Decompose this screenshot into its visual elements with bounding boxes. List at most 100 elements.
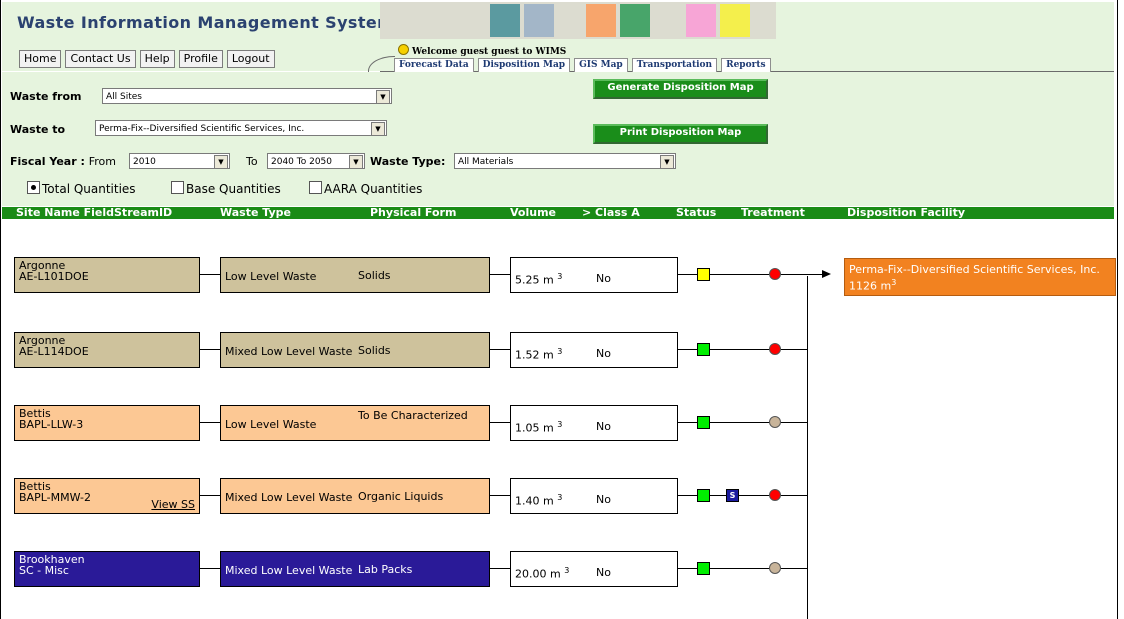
contact-us-button[interactable]: Contact Us: [65, 50, 136, 68]
facility-connector: [807, 274, 823, 275]
volume-box[interactable]: 1.05 m 3 No: [510, 405, 678, 441]
facility-volume: 1126 m3: [849, 278, 897, 293]
total-quantities-radio[interactable]: Total Quantities: [27, 181, 136, 196]
waste-from-value: All Sites: [106, 92, 142, 102]
class-a-value: No: [596, 493, 611, 506]
chevron-down-icon: ▼: [349, 155, 363, 169]
volume-value: 1.40 m 3: [515, 493, 563, 508]
site-box[interactable]: Bettis BAPL-LLW-3: [14, 405, 200, 441]
radio-unchecked-icon: [171, 181, 184, 194]
disposition-facility-box[interactable]: Perma-Fix--Diversified Scientific Servic…: [844, 258, 1116, 296]
waste-type: Low Level Waste: [225, 270, 317, 283]
status-indicator[interactable]: [697, 489, 710, 502]
waste-type-value: All Materials: [458, 157, 514, 167]
base-quantities-radio[interactable]: Base Quantities: [171, 181, 281, 196]
waste-type-box[interactable]: Low Level Waste To Be Characterized: [220, 405, 490, 441]
tab-disposition-map[interactable]: Disposition Map: [477, 58, 571, 73]
class-a-value: No: [596, 566, 611, 579]
aara-quantities-radio[interactable]: AARA Quantities: [309, 181, 422, 196]
view-ss-link[interactable]: View SS: [151, 499, 195, 510]
app-title: Waste Information Management System: [17, 13, 395, 32]
row-connector: [490, 422, 510, 423]
waste-to-label: Waste to: [10, 123, 66, 136]
waste-type: Mixed Low Level Waste: [225, 345, 353, 358]
waste-from-select[interactable]: All Sites ▼: [102, 88, 392, 104]
status-indicator[interactable]: [697, 268, 710, 281]
volume-value: 20.00 m 3: [515, 566, 570, 581]
volume-box[interactable]: 20.00 m 3 No: [510, 551, 678, 587]
fiscal-year-to-value: 2040 To 2050: [271, 157, 333, 167]
row-connector: [490, 495, 510, 496]
row-connector: [490, 568, 510, 569]
waste-type-box[interactable]: Mixed Low Level Waste Organic Liquids: [220, 478, 490, 514]
tab-transportation[interactable]: Transportation: [631, 58, 718, 73]
volume-box[interactable]: 5.25 m 3 No: [510, 257, 678, 293]
treatment-indicator[interactable]: [769, 416, 781, 428]
waste-type-label: Waste Type:: [370, 155, 446, 168]
waste-type-box[interactable]: Mixed Low Level Waste Lab Packs: [220, 551, 490, 587]
class-a-value: No: [596, 347, 611, 360]
volume-value: 5.25 m 3: [515, 272, 563, 287]
volume-value: 1.52 m 3: [515, 347, 563, 362]
treatment-indicator[interactable]: [769, 562, 781, 574]
chevron-down-icon: ▼: [214, 155, 228, 169]
volume-value: 1.05 m 3: [515, 420, 563, 435]
status-indicator[interactable]: [697, 562, 710, 575]
tab-reports[interactable]: Reports: [721, 58, 771, 73]
field-stream-id: BAPL-LLW-3: [19, 418, 84, 431]
physical-form: Solids: [358, 344, 391, 357]
physical-form: Organic Liquids: [358, 490, 444, 503]
welcome-message: Welcome guest guest to WIMS: [398, 44, 566, 57]
site-box[interactable]: Argonne AE-L101DOE: [14, 257, 200, 293]
treatment-indicator[interactable]: [769, 268, 781, 280]
volume-box[interactable]: 1.40 m 3 No: [510, 478, 678, 514]
waste-type-box[interactable]: Low Level Waste Solids: [220, 257, 490, 293]
tab-forecast-data[interactable]: Forecast Data: [394, 58, 474, 73]
chevron-down-icon: ▼: [371, 122, 385, 136]
site-box[interactable]: Bettis BAPL-MMW-2 View SS: [14, 478, 200, 514]
col-status: Status: [676, 206, 717, 219]
physical-form: To Be Characterized: [358, 409, 468, 422]
help-button[interactable]: Help: [139, 50, 175, 68]
banner-map-image: [380, 2, 776, 39]
col-volume: Volume: [510, 206, 556, 219]
main-nav: Home Contact Us Help Profile Logout: [19, 50, 275, 68]
profile-button[interactable]: Profile: [178, 50, 223, 68]
fiscal-year-from-select[interactable]: 2010 ▼: [129, 153, 230, 169]
s-badge-icon[interactable]: S: [726, 489, 739, 502]
site-box[interactable]: Brookhaven SC - Misc: [14, 551, 200, 587]
status-indicator[interactable]: [697, 416, 710, 429]
class-a-value: No: [596, 420, 611, 433]
row-connector: [200, 274, 220, 275]
home-button[interactable]: Home: [19, 50, 62, 68]
waste-to-select[interactable]: Perma-Fix--Diversified Scientific Servic…: [95, 120, 387, 136]
fiscal-year-to-label: To: [246, 155, 258, 168]
generate-disposition-map-button[interactable]: Generate Disposition Map: [593, 79, 768, 99]
fiscal-year-from-value: 2010: [133, 157, 156, 167]
arrow-right-icon: [822, 270, 831, 278]
waste-type: Mixed Low Level Waste: [225, 564, 353, 577]
col-class-a: > Class A: [582, 206, 640, 219]
tab-gis-map[interactable]: GIS Map: [574, 58, 628, 73]
row-connector: [200, 349, 220, 350]
status-indicator[interactable]: [697, 343, 710, 356]
volume-box[interactable]: 1.52 m 3 No: [510, 332, 678, 368]
waste-type-box[interactable]: Mixed Low Level Waste Solids: [220, 332, 490, 368]
treatment-indicator[interactable]: [769, 489, 781, 501]
treatment-indicator[interactable]: [769, 343, 781, 355]
fiscal-year-to-select[interactable]: 2040 To 2050 ▼: [267, 153, 365, 169]
print-disposition-map-button[interactable]: Print Disposition Map: [593, 124, 768, 144]
filter-panel: Waste from All Sites ▼ Generate Disposit…: [2, 72, 1114, 206]
table-header: Site Name FieldStreamID Waste Type Physi…: [2, 206, 1114, 219]
col-site: Site Name FieldStreamID: [16, 206, 173, 219]
site-box[interactable]: Argonne AE-L114DOE: [14, 332, 200, 368]
waste-type-select[interactable]: All Materials ▼: [454, 153, 676, 169]
col-disposition-facility: Disposition Facility: [847, 206, 965, 219]
field-stream-id: SC - Misc: [19, 564, 69, 577]
logout-button[interactable]: Logout: [226, 50, 275, 68]
radio-unchecked-icon: [309, 181, 322, 194]
physical-form: Solids: [358, 269, 391, 282]
waste-from-label: Waste from: [10, 90, 82, 103]
radio-checked-icon: [27, 181, 40, 194]
col-physical-form: Physical Form: [370, 206, 457, 219]
